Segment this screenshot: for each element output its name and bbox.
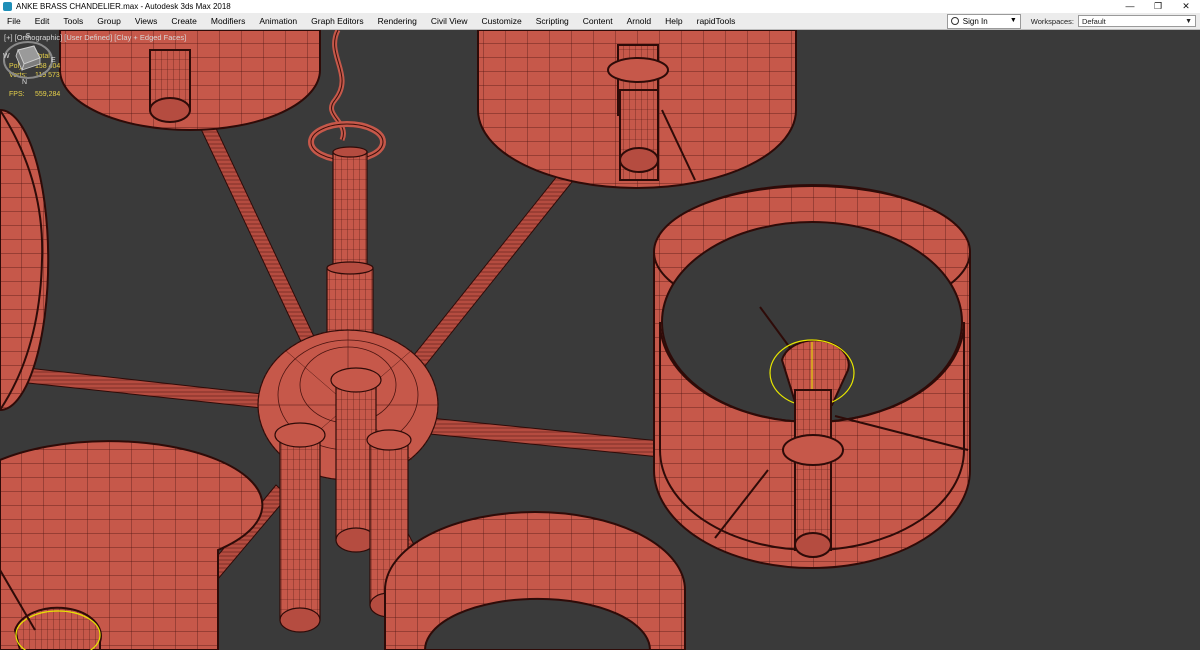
menu-civil-view[interactable]: Civil View [424, 16, 475, 26]
user-icon [950, 17, 959, 25]
viewcube-letter-e: E [51, 57, 56, 64]
menu-edit[interactable]: Edit [28, 16, 57, 26]
viewcube-letter-n: N [22, 79, 27, 86]
lamp-shade [477, 30, 797, 189]
main-menu: File Edit Tools Group Views Create Modif… [0, 16, 947, 26]
caret-down-icon: ▼ [1009, 16, 1017, 24]
caret-down-icon: ▼ [1185, 18, 1192, 25]
menu-animation[interactable]: Animation [252, 16, 304, 26]
window-title: ANKE BRASS CHANDELIER.max - Autodesk 3ds… [16, 2, 231, 11]
workspaces-value: Default [1082, 17, 1106, 26]
menu-views[interactable]: Views [128, 16, 165, 26]
menu-arnold[interactable]: Arnold [620, 16, 659, 26]
menu-content[interactable]: Content [576, 16, 620, 26]
menu-group[interactable]: Group [90, 16, 128, 26]
chandelier-model [0, 30, 971, 650]
menu-scripting[interactable]: Scripting [529, 16, 576, 26]
workspaces-label: Workspaces: [1030, 16, 1074, 26]
lamp-shade [653, 184, 971, 569]
perspective-viewport[interactable]: [+] [Orthographic] [User Defined] [Clay … [0, 30, 1200, 650]
close-button[interactable]: ✕ [1172, 0, 1200, 13]
lamp-shade [0, 440, 264, 650]
sign-in-dropdown[interactable]: Sign In ▼ [946, 13, 1021, 29]
menu-bar: File Edit Tools Group Views Create Modif… [0, 13, 1200, 30]
viewcube-icon[interactable]: S W E N [0, 30, 56, 86]
viewcube-letter-s: S [26, 33, 31, 40]
menu-graph-editors[interactable]: Graph Editors [304, 16, 370, 26]
viewcube-letter-w: W [3, 53, 10, 60]
restore-button[interactable]: ❐ [1144, 0, 1172, 13]
menu-rendering[interactable]: Rendering [371, 16, 424, 26]
workspaces-control: Workspaces: Default ▼ [1031, 15, 1196, 27]
menu-create[interactable]: Create [164, 16, 204, 26]
window-controls: — ❐ ✕ [1116, 0, 1200, 13]
menu-rapidtools[interactable]: rapidTools [690, 16, 743, 26]
menu-help[interactable]: Help [658, 16, 689, 26]
menu-file[interactable]: File [0, 16, 28, 26]
chain [308, 30, 386, 163]
lamp-shade [384, 511, 686, 650]
lamp-shade [59, 30, 321, 131]
minimize-button[interactable]: — [1116, 0, 1144, 13]
menu-customize[interactable]: Customize [475, 16, 529, 26]
app-icon [3, 2, 12, 11]
title-bar: ANKE BRASS CHANDELIER.max - Autodesk 3ds… [0, 0, 1200, 13]
stats-fps-label: FPS: [9, 91, 25, 98]
menu-modifiers[interactable]: Modifiers [204, 16, 252, 26]
stats-fps-value: 559,284 [35, 91, 61, 98]
lamp-shade [0, 108, 50, 412]
menu-tools[interactable]: Tools [56, 16, 90, 26]
workspaces-select[interactable]: Default ▼ [1078, 15, 1196, 27]
sign-in-label: Sign In [962, 16, 988, 26]
